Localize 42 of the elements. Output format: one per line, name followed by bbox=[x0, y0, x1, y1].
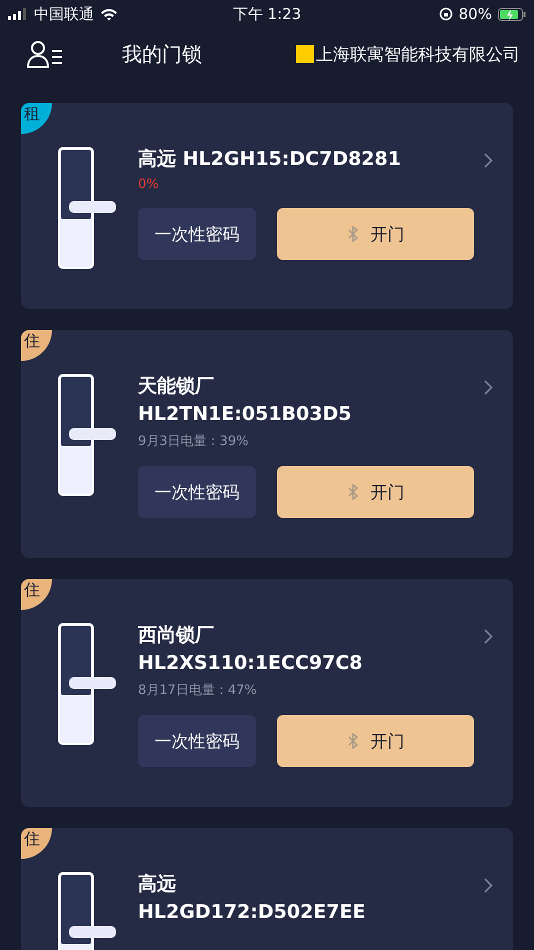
battery-status: 0% bbox=[138, 177, 160, 192]
rotation-lock-icon bbox=[438, 7, 453, 21]
battery-icon bbox=[498, 8, 526, 20]
chevron-right-icon[interactable] bbox=[484, 629, 493, 644]
open-door-button[interactable]: 开门 bbox=[277, 715, 474, 767]
bluetooth-icon bbox=[346, 733, 358, 749]
battery-percent: 80% bbox=[458, 5, 492, 23]
lock-title: HL2TN1E:051B03D5 bbox=[138, 402, 352, 426]
user-list-icon[interactable] bbox=[26, 40, 64, 68]
lock-title: 天能锁厂 bbox=[138, 374, 215, 398]
open-door-button[interactable]: 开门 bbox=[277, 208, 474, 260]
battery-status: 9月3日电量：39% bbox=[138, 433, 250, 450]
badge: 租 bbox=[21, 103, 52, 134]
badge: 住 bbox=[21, 330, 52, 361]
badge: 住 bbox=[21, 579, 52, 610]
chevron-right-icon[interactable] bbox=[484, 153, 493, 168]
lock-card[interactable]: 住 西尚锁厂 HL2XS110:1ECC97C8 8月17日电量：47% 一次性密码 开门 bbox=[21, 579, 513, 807]
lock-title: HL2XS110:1ECC97C8 bbox=[138, 651, 364, 675]
lock-title: 高远 HL2GH15:DC7D8281 bbox=[138, 147, 402, 171]
lock-title: 高远 bbox=[138, 872, 177, 896]
one-time-password-button[interactable]: 一次性密码 bbox=[138, 715, 256, 767]
chevron-right-icon[interactable] bbox=[484, 878, 493, 893]
lock-title: 西尚锁厂 bbox=[138, 623, 215, 647]
bluetooth-icon bbox=[346, 226, 358, 242]
lock-card[interactable]: 住 高远 HL2GD172:D502E7EE bbox=[21, 828, 513, 950]
lock-card[interactable]: 租 高远 HL2GH15:DC7D8281 0% 一次性密码 开门 bbox=[21, 103, 513, 309]
page-title: 我的门锁 bbox=[122, 40, 202, 68]
company-name[interactable]: 上海联寓智能科技有限公司 bbox=[316, 42, 520, 66]
open-door-button[interactable]: 开门 bbox=[277, 466, 474, 518]
signal-icon bbox=[8, 8, 28, 20]
lock-card[interactable]: 住 天能锁厂 HL2TN1E:051B03D5 9月3日电量：39% 一次性密码 开门 bbox=[21, 330, 513, 558]
wifi-icon bbox=[100, 8, 118, 20]
company-marker-icon bbox=[296, 45, 314, 63]
one-time-password-button[interactable]: 一次性密码 bbox=[138, 208, 256, 260]
battery-status: 8月17日电量：47% bbox=[138, 682, 258, 699]
clock-time: 下午 1:23 bbox=[232, 4, 302, 24]
chevron-right-icon[interactable] bbox=[484, 380, 493, 395]
carrier-name: 中国联通 bbox=[34, 4, 94, 24]
badge: 住 bbox=[21, 828, 52, 859]
lock-title: HL2GD172:D502E7EE bbox=[138, 900, 366, 924]
bluetooth-icon bbox=[346, 484, 358, 500]
one-time-password-button[interactable]: 一次性密码 bbox=[138, 466, 256, 518]
